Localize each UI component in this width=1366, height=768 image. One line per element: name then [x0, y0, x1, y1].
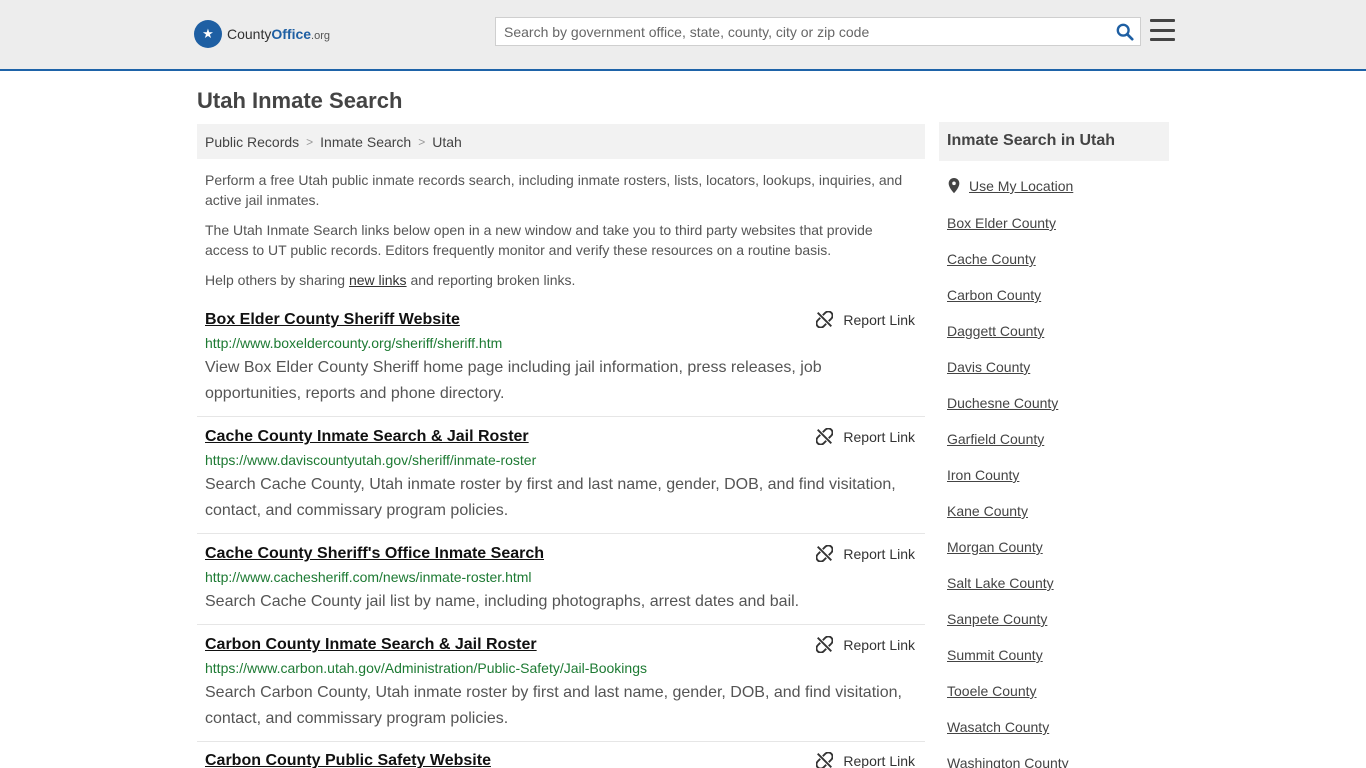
- county-list: Box Elder County Cache County Carbon Cou…: [947, 214, 1069, 768]
- site-logo[interactable]: ★ CountyOffice.org: [194, 20, 330, 48]
- broken-link-icon: [816, 545, 834, 562]
- list-item: Cache County: [947, 250, 1069, 286]
- result-item: Cache County Sheriff's Office Inmate Sea…: [197, 545, 925, 625]
- list-item: Wasatch County: [947, 718, 1069, 754]
- county-link[interactable]: Morgan County: [947, 539, 1043, 555]
- breadcrumb-utah[interactable]: Utah: [432, 134, 462, 150]
- result-title-link[interactable]: Cache County Inmate Search & Jail Roster: [205, 428, 529, 446]
- broken-link-icon: [816, 428, 834, 445]
- map-pin-icon: [948, 178, 960, 194]
- county-link[interactable]: Duchesne County: [947, 395, 1058, 411]
- list-item: Salt Lake County: [947, 574, 1069, 610]
- breadcrumb-inmate-search[interactable]: Inmate Search: [320, 134, 411, 150]
- county-link[interactable]: Carbon County: [947, 287, 1041, 303]
- report-link-button[interactable]: Report Link: [816, 636, 915, 653]
- search-input[interactable]: [496, 18, 1096, 45]
- result-url: http://www.boxeldercounty.org/sheriff/sh…: [205, 335, 503, 351]
- list-item: Summit County: [947, 646, 1069, 682]
- page-title: Utah Inmate Search: [197, 88, 403, 113]
- county-link[interactable]: Salt Lake County: [947, 575, 1054, 591]
- breadcrumb-separator: >: [418, 134, 426, 149]
- county-link[interactable]: Cache County: [947, 251, 1036, 267]
- list-item: Garfield County: [947, 430, 1069, 466]
- disclaimer-paragraph: The Utah Inmate Search links below open …: [205, 222, 873, 258]
- result-item: Carbon County Inmate Search & Jail Roste…: [197, 636, 925, 742]
- result-url: http://www.cachesheriff.com/news/inmate-…: [205, 569, 532, 585]
- intro-paragraph: Perform a free Utah public inmate record…: [205, 172, 903, 208]
- report-link-button[interactable]: Report Link: [816, 545, 915, 562]
- broken-link-icon: [816, 311, 834, 328]
- county-link[interactable]: Washington County: [947, 755, 1069, 768]
- list-item: Sanpete County: [947, 610, 1069, 646]
- search-box: [495, 17, 1141, 46]
- result-description: Search Carbon County, Utah inmate roster…: [205, 684, 902, 727]
- list-item: Duchesne County: [947, 394, 1069, 430]
- result-title-link[interactable]: Carbon County Public Safety Website: [205, 752, 491, 768]
- result-description: Search Cache County jail list by name, i…: [205, 593, 800, 610]
- logo-brand: Office: [271, 26, 312, 42]
- county-link[interactable]: Daggett County: [947, 323, 1044, 339]
- breadcrumb: Public Records > Inmate Search > Utah: [197, 124, 925, 159]
- result-item: Cache County Inmate Search & Jail Roster…: [197, 428, 925, 534]
- county-link[interactable]: Garfield County: [947, 431, 1044, 447]
- list-item: Tooele County: [947, 682, 1069, 718]
- result-description: Search Cache County, Utah inmate roster …: [205, 476, 896, 519]
- county-link[interactable]: Summit County: [947, 647, 1043, 663]
- list-item: Morgan County: [947, 538, 1069, 574]
- result-description: View Box Elder County Sheriff home page …: [205, 359, 822, 402]
- logo-tld: .org: [311, 30, 331, 42]
- new-links-link[interactable]: new links: [349, 272, 407, 288]
- share-paragraph: Help others by sharing new links and rep…: [205, 272, 576, 288]
- breadcrumb-separator: >: [306, 134, 314, 149]
- county-link[interactable]: Davis County: [947, 359, 1030, 375]
- use-my-location-link[interactable]: Use My Location: [969, 178, 1073, 194]
- result-url: https://www.carbon.utah.gov/Administrati…: [205, 660, 647, 676]
- broken-link-icon: [816, 752, 834, 768]
- result-title-link[interactable]: Cache County Sheriff's Office Inmate Sea…: [205, 545, 544, 563]
- county-link[interactable]: Tooele County: [947, 683, 1037, 699]
- county-link[interactable]: Iron County: [947, 467, 1019, 483]
- county-link[interactable]: Kane County: [947, 503, 1028, 519]
- list-item: Box Elder County: [947, 214, 1069, 250]
- result-title-link[interactable]: Carbon County Inmate Search & Jail Roste…: [205, 636, 537, 654]
- sidebar-title: Inmate Search in Utah: [939, 122, 1169, 161]
- site-header: ★ CountyOffice.org: [0, 0, 1366, 71]
- search-icon[interactable]: [1116, 23, 1134, 41]
- list-item: Washington County: [947, 754, 1069, 768]
- result-url: https://www.daviscountyutah.gov/sheriff/…: [205, 452, 537, 468]
- list-item: Daggett County: [947, 322, 1069, 358]
- list-item: Iron County: [947, 466, 1069, 502]
- broken-link-icon: [816, 636, 834, 653]
- eagle-seal-icon: ★: [194, 20, 222, 48]
- county-link[interactable]: Wasatch County: [947, 719, 1049, 735]
- county-link[interactable]: Sanpete County: [947, 611, 1047, 627]
- list-item: Kane County: [947, 502, 1069, 538]
- use-my-location[interactable]: Use My Location: [947, 178, 1073, 194]
- result-item: Carbon County Public Safety Website Repo…: [197, 752, 925, 768]
- report-link-button[interactable]: Report Link: [816, 428, 915, 445]
- result-title-link[interactable]: Box Elder County Sheriff Website: [205, 311, 460, 329]
- hamburger-menu-icon[interactable]: [1150, 19, 1175, 41]
- list-item: Davis County: [947, 358, 1069, 394]
- list-item: Carbon County: [947, 286, 1069, 322]
- breadcrumb-public-records[interactable]: Public Records: [205, 134, 299, 150]
- report-link-button[interactable]: Report Link: [816, 311, 915, 328]
- county-link[interactable]: Box Elder County: [947, 215, 1056, 231]
- result-item: Box Elder County Sheriff Website Report …: [197, 311, 925, 417]
- report-link-button[interactable]: Report Link: [816, 752, 915, 768]
- logo-prefix: County: [227, 26, 272, 42]
